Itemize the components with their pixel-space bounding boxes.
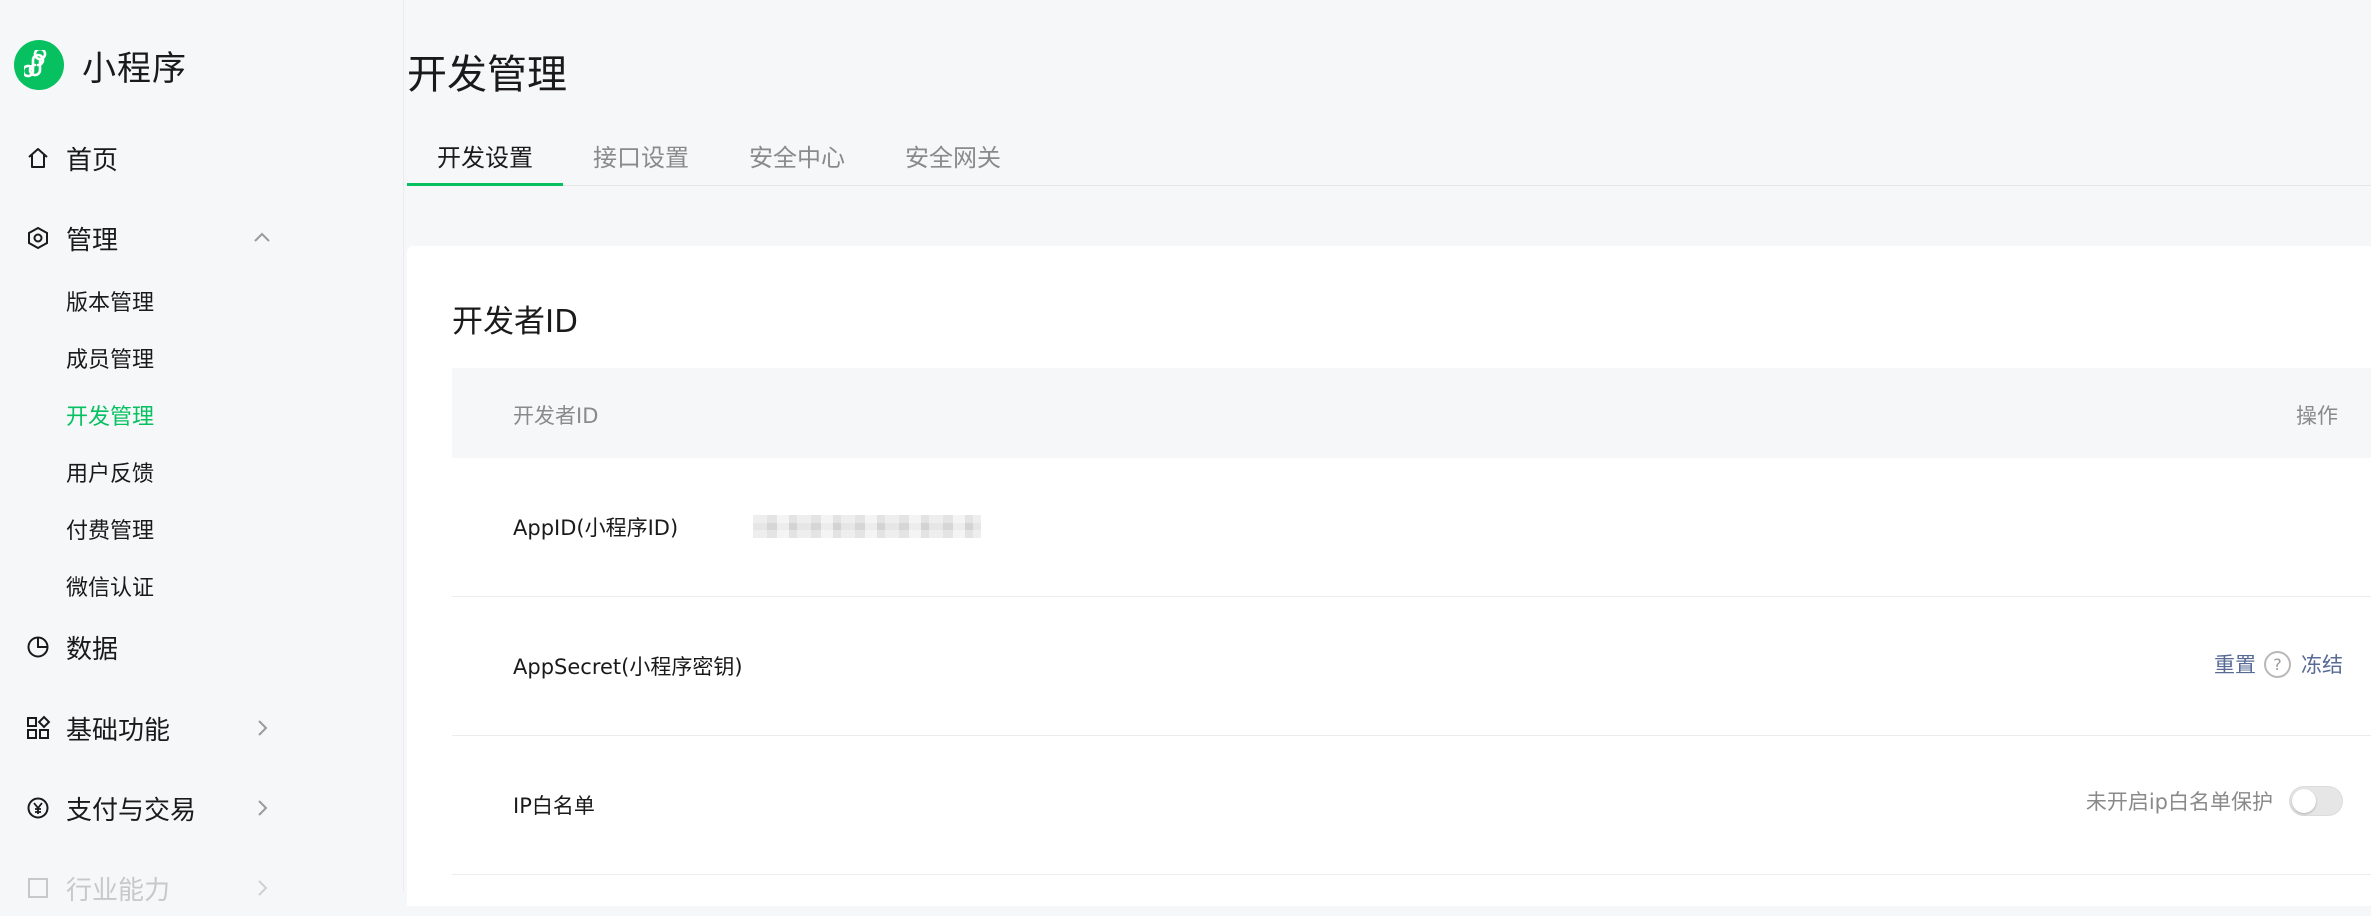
chevron-right-icon[interactable] [250,716,274,740]
settings-hexagon-icon [24,224,52,252]
sidebar-item-basic-features[interactable]: 基础功能 [0,700,404,756]
sidebar-item-home[interactable]: 首页 [0,130,404,186]
appsecret-actions: 重置 ? 冻结 [2214,649,2343,679]
yuan-circle-icon [24,794,52,822]
ip-whitelist-status: 未开启ip白名单保护 [2085,790,2273,814]
sidebar-item-label: 数据 [66,634,119,665]
table-row-appsecret: AppSecret(小程序密钥) 重置 ? 冻结 [452,597,2371,736]
tab-dev-settings[interactable]: 开发设置 [437,138,533,173]
appid-label: AppID(小程序ID) [513,516,679,540]
page-title: 开发管理 [407,52,567,98]
appsecret-label: AppSecret(小程序密钥) [513,655,743,679]
main-content: 开发管理 开发设置 接口设置 安全中心 安全网关 开发者ID 开发者ID 操作 … [405,0,2371,906]
sidebar-item-payment[interactable]: 支付与交易 [0,780,404,836]
sidebar-subitem-paid[interactable]: 付费管理 [66,513,154,545]
freeze-secret-button[interactable]: 冻结 [2301,649,2343,679]
sidebar: 小程序 首页 管理 版本管理 成员管理 开发管理 用户反馈 付费管理 微信认证 … [0,0,404,906]
sidebar-item-label: 支付与交易 [66,795,197,826]
home-icon [24,144,52,172]
industry-icon [24,874,52,902]
sidebar-subitem-dev-management[interactable]: 开发管理 [66,399,154,431]
ip-whitelist-toggle[interactable] [2289,786,2343,816]
appid-value-obscured [753,515,981,538]
brand-name: 小程序 [82,48,187,89]
sidebar-item-manage[interactable]: 管理 [0,210,404,266]
toggle-knob [2292,789,2316,813]
grid-apps-icon [24,714,52,742]
tab-security-center[interactable]: 安全中心 [749,138,845,173]
developer-id-card: 开发者ID 开发者ID 操作 AppID(小程序ID) AppSecret(小程… [407,246,2371,906]
sidebar-subitem-feedback[interactable]: 用户反馈 [66,456,154,488]
sidebar-item-label: 管理 [66,225,119,256]
question-circle-icon[interactable]: ? [2264,650,2291,678]
brand[interactable]: 小程序 [14,40,187,90]
sidebar-subitem-members[interactable]: 成员管理 [66,342,154,374]
table-row-ip-whitelist: IP白名单 未开启ip白名单保护 [452,736,2371,875]
sidebar-subitem-version[interactable]: 版本管理 [66,285,154,317]
ip-whitelist-actions: 未开启ip白名单保护 [2086,786,2343,816]
pie-chart-icon [24,633,52,661]
sidebar-item-label: 首页 [66,145,119,176]
chevron-up-icon[interactable] [250,226,274,250]
chevron-right-icon[interactable] [250,796,274,820]
miniprogram-logo-icon [14,40,64,90]
active-tab-indicator [407,183,563,186]
table-row-appid: AppID(小程序ID) [452,458,2371,597]
section-title: 开发者ID [452,304,579,340]
column-header-developer-id: 开发者ID [513,404,599,428]
sidebar-item-data[interactable]: 数据 [0,619,404,675]
table-header: 开发者ID 操作 [452,368,2371,458]
sidebar-item-industry[interactable]: 行业能力 [0,860,404,916]
sidebar-item-label: 行业能力 [66,875,171,906]
tab-security-gateway[interactable]: 安全网关 [905,138,1001,173]
column-header-actions: 操作 [2296,404,2338,428]
ip-whitelist-label: IP白名单 [513,794,595,818]
sidebar-item-label: 基础功能 [66,715,171,746]
sidebar-subitem-wechat-verify[interactable]: 微信认证 [66,570,154,602]
tab-api-settings[interactable]: 接口设置 [593,138,689,173]
reset-secret-button[interactable]: 重置 [2214,649,2256,679]
chevron-right-icon[interactable] [250,876,274,900]
tab-bar: 开发设置 接口设置 安全中心 安全网关 [407,130,2371,186]
